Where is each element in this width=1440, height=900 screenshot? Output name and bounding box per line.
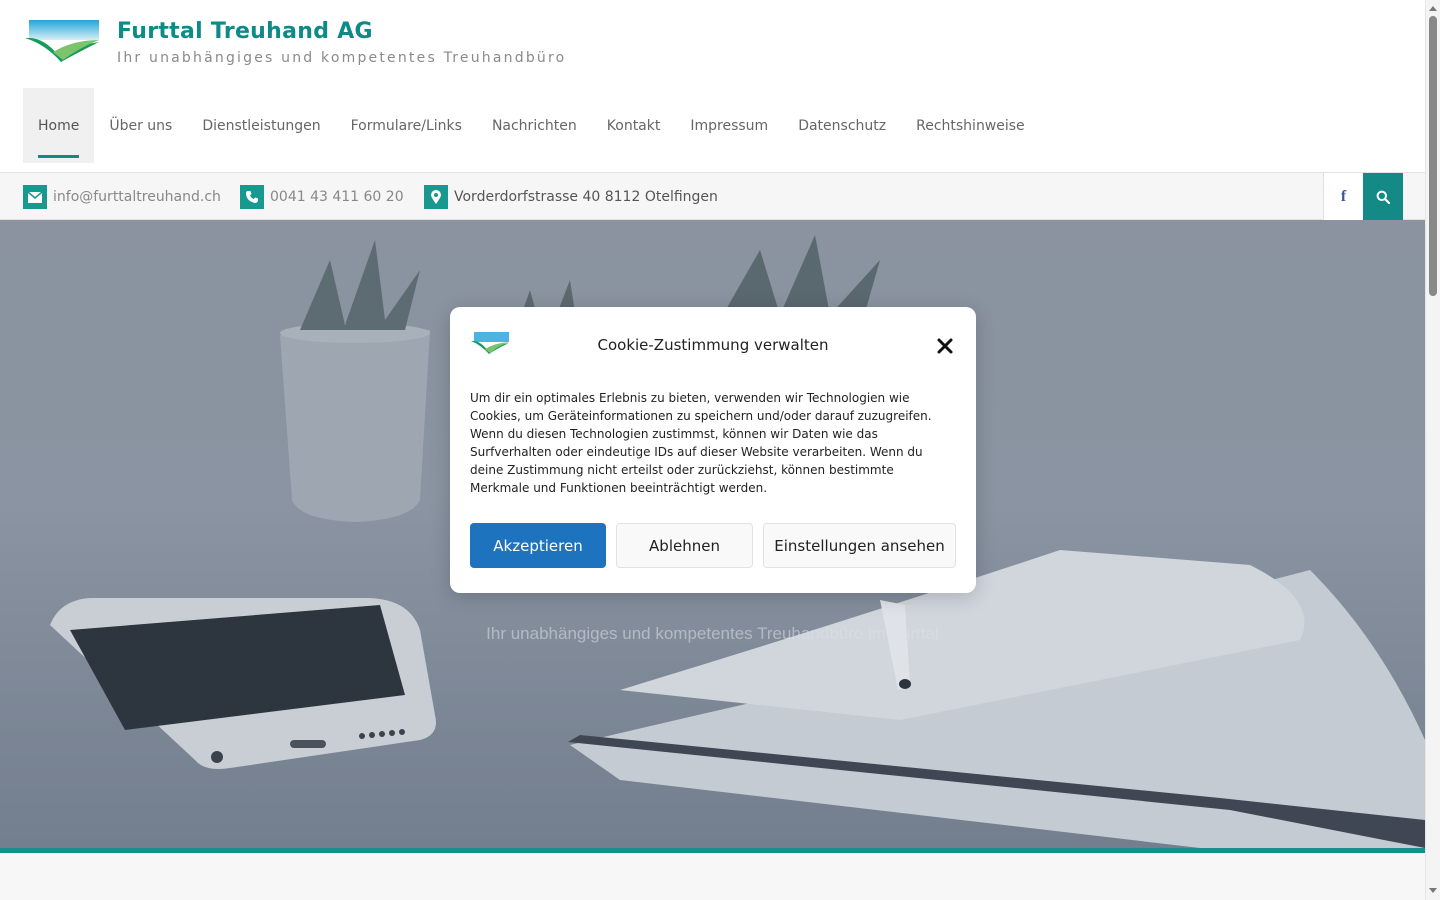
email-text[interactable]: info@furttaltreuhand.ch — [53, 189, 221, 205]
cookie-dialog-title: Cookie-Zustimmung verwalten — [597, 336, 829, 354]
map-marker-icon — [424, 185, 448, 209]
address-contact: Vorderdorfstrasse 40 8112 Otelfingen — [424, 185, 718, 209]
nav-item-home[interactable]: Home — [23, 88, 95, 163]
phone-text[interactable]: 0041 43 411 60 20 — [270, 189, 404, 205]
site-title[interactable]: Furttal Treuhand AG — [117, 19, 373, 44]
phone-contact[interactable]: 0041 43 411 60 20 — [240, 185, 404, 209]
envelope-icon — [23, 185, 47, 209]
nav-item-nachrichten[interactable]: Nachrichten — [477, 88, 592, 163]
nav-item-formulare-links[interactable]: Formulare/Links — [336, 88, 477, 163]
facebook-icon[interactable]: f — [1323, 173, 1363, 220]
search-icon[interactable] — [1363, 173, 1403, 220]
scroll-up-arrow-icon[interactable] — [1429, 6, 1437, 11]
company-logo[interactable] — [23, 18, 101, 64]
cookie-dialog-text: Um dir ein optimales Erlebnis zu bieten,… — [470, 391, 932, 495]
scroll-down-arrow-icon[interactable] — [1429, 888, 1437, 893]
site-tagline: Ihr unabhängiges und kompetentes Treuhan… — [117, 50, 567, 66]
nav-item-datenschutz[interactable]: Datenschutz — [783, 88, 901, 163]
cookie-consent-dialog: Cookie-Zustimmung verwalten Um dir ein o… — [450, 307, 976, 593]
nav-item-impressum[interactable]: Impressum — [675, 88, 783, 163]
deny-button[interactable]: Ablehnen — [616, 523, 753, 568]
view-settings-button[interactable]: Einstellungen ansehen — [763, 523, 956, 568]
nav-item-kontakt[interactable]: Kontakt — [592, 88, 676, 163]
content-area — [0, 853, 1425, 900]
nav-item-rechtshinweise[interactable]: Rechtshinweise — [901, 88, 1040, 163]
accept-button[interactable]: Akzeptieren — [470, 523, 606, 568]
hero-subtitle: Ihr unabhängiges und kompetentes Treuhan… — [486, 624, 939, 643]
email-contact[interactable]: info@furttaltreuhand.ch — [23, 185, 221, 209]
address-text: Vorderdorfstrasse 40 8112 Otelfingen — [454, 189, 718, 205]
contact-bar: info@furttaltreuhand.ch 0041 43 411 60 2… — [0, 173, 1425, 220]
main-nav: Home Über uns Dienstleistungen Formulare… — [23, 88, 1040, 163]
nav-item-ueber-uns[interactable]: Über uns — [94, 88, 187, 163]
close-icon[interactable] — [934, 335, 956, 357]
page-scrollbar[interactable] — [1425, 0, 1440, 900]
nav-item-dienstleistungen[interactable]: Dienstleistungen — [187, 88, 335, 163]
page: Furttal Treuhand AG Ihr unabhängiges und… — [0, 0, 1425, 900]
phone-icon — [240, 185, 264, 209]
scrollbar-thumb[interactable] — [1429, 16, 1437, 296]
site-header: Furttal Treuhand AG Ihr unabhängiges und… — [0, 0, 1425, 173]
